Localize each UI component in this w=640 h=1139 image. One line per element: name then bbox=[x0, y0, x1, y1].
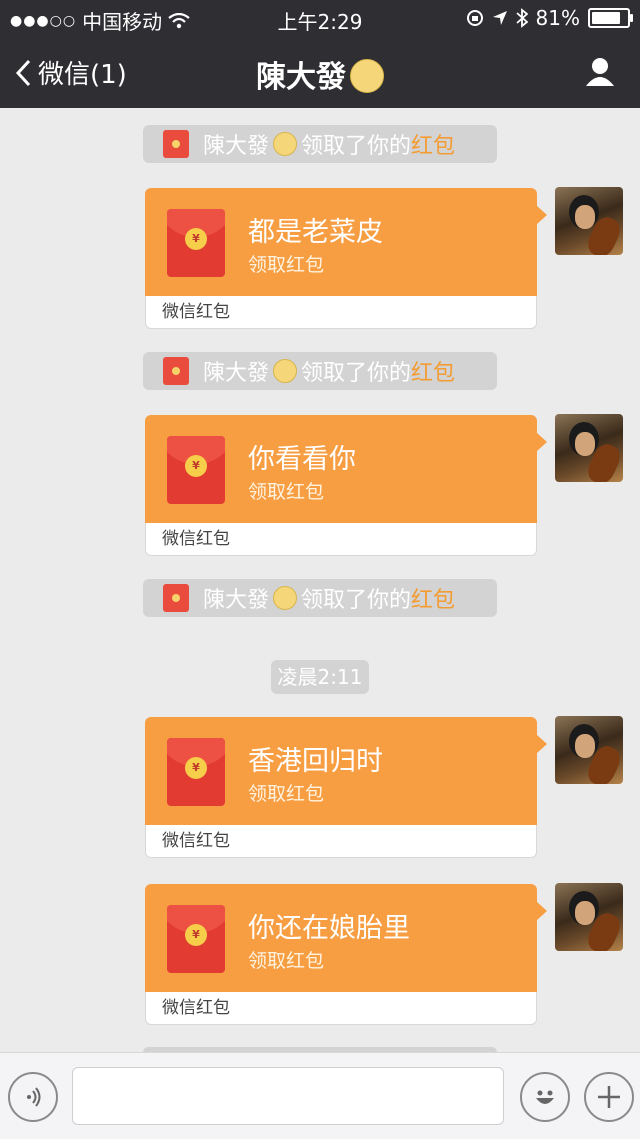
red-packet-card[interactable]: ¥ 都是老菜皮 领取红包 bbox=[145, 188, 547, 296]
notice-text: 领取了你的 bbox=[301, 361, 412, 386]
red-packet-message[interactable]: ¥ 你还在娘胎里 领取红包 微信红包 bbox=[145, 884, 547, 1026]
emoji-button[interactable] bbox=[520, 1072, 570, 1122]
battery-fill bbox=[592, 12, 620, 24]
red-packet-footer: 微信红包 bbox=[145, 523, 537, 556]
avatar[interactable] bbox=[555, 187, 623, 255]
red-packet-link[interactable]: 红包 bbox=[411, 582, 455, 614]
red-packet-title: 你看看你 bbox=[248, 444, 356, 475]
footer-label: 微信红包 bbox=[162, 831, 230, 851]
red-packet-link[interactable]: 红包 bbox=[411, 355, 455, 387]
red-envelope-icon: ¥ bbox=[167, 209, 225, 277]
footer-label: 微信红包 bbox=[162, 529, 230, 549]
avatar[interactable] bbox=[555, 883, 623, 951]
chat-title: 陳大發 bbox=[0, 52, 640, 96]
avatar[interactable] bbox=[555, 716, 623, 784]
chat-area[interactable]: 陳大發 领取了你的 红包 ¥ 都是老菜皮 领取红包 微信红包 陳大發 领取了你的… bbox=[0, 108, 640, 1052]
timestamp-chip: 凌晨2:11 bbox=[271, 660, 369, 694]
plus-icon bbox=[598, 1086, 620, 1108]
moon-face-emoji-icon bbox=[350, 58, 384, 93]
notice-name: 陳大發 bbox=[203, 588, 270, 613]
person-icon bbox=[586, 58, 614, 86]
red-envelope-icon: ¥ bbox=[167, 905, 225, 973]
red-packet-card[interactable]: ¥ 香港回归时 领取红包 bbox=[145, 717, 547, 825]
red-packet-small-icon bbox=[163, 357, 189, 385]
red-packet-claimed-notice: 陳大發 领取了你的 红包 bbox=[143, 125, 497, 163]
red-packet-footer: 微信红包 bbox=[145, 992, 537, 1025]
red-packet-subtitle: 领取红包 bbox=[248, 783, 325, 805]
more-button[interactable] bbox=[584, 1072, 634, 1122]
status-bar: ●●●○○ 中国移动 上午2:29 81% bbox=[0, 0, 640, 36]
notice-name: 陳大發 bbox=[203, 361, 270, 386]
chat-title-text: 陳大發 bbox=[256, 60, 346, 95]
red-packet-card[interactable]: ¥ 你还在娘胎里 领取红包 bbox=[145, 884, 547, 992]
nav-bar: 微信(1) 陳大發 bbox=[0, 36, 640, 108]
red-packet-claimed-notice: 陳大發 领取了你的 红包 bbox=[143, 579, 497, 617]
red-packet-link[interactable]: 红包 bbox=[411, 128, 455, 160]
notice-text: 领取了你的 bbox=[301, 588, 412, 613]
bluetooth-icon bbox=[515, 8, 528, 28]
notice-name: 陳大發 bbox=[203, 134, 270, 159]
red-packet-message[interactable]: ¥ 都是老菜皮 领取红包 微信红包 bbox=[145, 188, 547, 330]
input-bar bbox=[0, 1052, 640, 1139]
avatar[interactable] bbox=[555, 414, 623, 482]
location-icon bbox=[492, 11, 507, 25]
profile-button[interactable] bbox=[584, 56, 616, 92]
red-packet-card[interactable]: ¥ 你看看你 领取红包 bbox=[145, 415, 547, 523]
voice-icon bbox=[27, 1087, 41, 1107]
avatar-face bbox=[575, 432, 595, 456]
footer-label: 微信红包 bbox=[162, 302, 230, 322]
red-packet-subtitle: 领取红包 bbox=[248, 950, 325, 972]
red-packet-claimed-notice: 陳大發 领取了你的 红包 bbox=[143, 352, 497, 390]
red-packet-subtitle: 领取红包 bbox=[248, 481, 325, 503]
red-packet-title: 你还在娘胎里 bbox=[248, 913, 410, 944]
voice-button[interactable] bbox=[8, 1072, 58, 1122]
footer-label: 微信红包 bbox=[162, 998, 230, 1018]
coin-icon: ¥ bbox=[185, 924, 207, 946]
clock: 上午2:29 bbox=[277, 10, 363, 34]
notice-text: 领取了你的 bbox=[301, 134, 412, 159]
moon-face-emoji-icon bbox=[273, 132, 298, 156]
rotation-lock-icon bbox=[466, 10, 483, 26]
moon-face-emoji-icon bbox=[273, 586, 298, 610]
message-input[interactable] bbox=[72, 1067, 504, 1125]
coin-icon: ¥ bbox=[185, 757, 207, 779]
avatar-face bbox=[575, 205, 595, 229]
moon-face-emoji-icon bbox=[273, 359, 298, 383]
emoji-icon bbox=[536, 1090, 554, 1104]
coin-icon: ¥ bbox=[185, 228, 207, 250]
battery-percent: 81% bbox=[535, 6, 580, 30]
red-packet-subtitle: 领取红包 bbox=[248, 254, 325, 276]
avatar-face bbox=[575, 901, 595, 925]
red-packet-title: 香港回归时 bbox=[248, 746, 383, 777]
red-packet-title: 都是老菜皮 bbox=[248, 217, 383, 248]
red-envelope-icon: ¥ bbox=[167, 738, 225, 806]
red-packet-small-icon bbox=[163, 584, 189, 612]
avatar-face bbox=[575, 734, 595, 758]
battery-icon bbox=[588, 8, 633, 28]
red-packet-message[interactable]: ¥ 你看看你 领取红包 微信红包 bbox=[145, 415, 547, 557]
red-packet-message[interactable]: ¥ 香港回归时 领取红包 微信红包 bbox=[145, 717, 547, 859]
red-packet-footer: 微信红包 bbox=[145, 296, 537, 329]
red-packet-footer: 微信红包 bbox=[145, 825, 537, 858]
coin-icon: ¥ bbox=[185, 455, 207, 477]
red-packet-small-icon bbox=[163, 130, 189, 158]
red-envelope-icon: ¥ bbox=[167, 436, 225, 504]
